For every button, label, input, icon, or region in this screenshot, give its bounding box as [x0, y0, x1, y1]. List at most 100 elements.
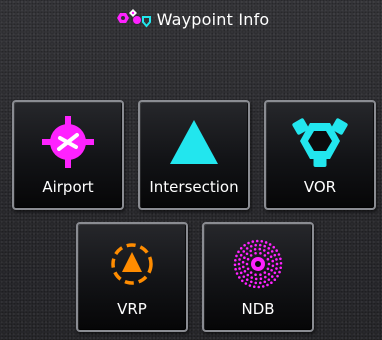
ndb-dot	[241, 265, 245, 269]
ndb-dot	[246, 273, 250, 277]
ndb-dot	[267, 272, 271, 276]
ndb-label: NDB	[241, 300, 275, 318]
ndb-dot	[237, 250, 240, 254]
ndb-dot	[239, 253, 243, 257]
airport-icon	[42, 116, 94, 168]
ndb-dot	[259, 277, 263, 281]
intersection-triangle-icon	[170, 120, 218, 164]
ndb-dot	[266, 267, 270, 271]
ndb-dot	[263, 280, 267, 284]
header: Waypoint Info	[0, 6, 382, 32]
ndb-dot	[254, 251, 257, 255]
ndb-dot	[279, 257, 282, 261]
ndb-dot	[242, 250, 246, 253]
ndb-dot	[235, 254, 238, 258]
ndb-dot	[235, 272, 239, 275]
ndb-dot	[275, 249, 278, 252]
ndb-dot	[268, 243, 272, 246]
ndb-dot	[263, 254, 267, 257]
ndb-icon	[233, 239, 283, 289]
ndb-dot	[249, 244, 253, 248]
ndb-dot	[254, 281, 258, 285]
ndb-dot	[251, 240, 255, 243]
ndb-dot	[267, 262, 271, 266]
ndb-dot	[237, 262, 241, 266]
ndb-dot	[261, 285, 265, 288]
ndb-dot	[241, 260, 245, 264]
ndb-dot	[278, 270, 281, 274]
airport-button[interactable]: Airport	[12, 100, 124, 210]
ndb-dot	[246, 257, 250, 261]
ndb-dot	[267, 247, 271, 250]
vrp-button[interactable]: VRP	[76, 222, 188, 332]
ndb-dot	[279, 261, 283, 265]
ndb-dot	[243, 256, 246, 259]
ndb-dot	[246, 267, 250, 271]
ndb-dot	[245, 262, 249, 266]
ndb-dot	[249, 280, 253, 284]
ndb-dot	[270, 250, 274, 253]
ndb-dot	[275, 267, 278, 270]
ndb-dot	[252, 285, 256, 288]
ndb-dot	[249, 254, 253, 257]
ndb-dot	[239, 271, 243, 275]
vor-button[interactable]: VOR	[264, 100, 376, 210]
ndb-button[interactable]: NDB	[202, 222, 314, 332]
page-title: Waypoint Info	[156, 9, 270, 29]
ndb-dot	[273, 278, 277, 282]
ndb-dot	[254, 277, 258, 281]
ndb-dot	[263, 244, 267, 248]
ndb-dot	[245, 252, 249, 256]
vrp-label: VRP	[117, 300, 147, 318]
intersection-label: Intersection	[149, 178, 239, 196]
ndb-dot	[264, 241, 268, 244]
ndb-dot	[245, 247, 249, 250]
ndb-dot	[247, 241, 250, 245]
airport-label: Airport	[42, 178, 94, 196]
ndb-dot	[253, 247, 257, 251]
ndb-dot	[276, 274, 279, 278]
ndb-dot	[277, 253, 281, 256]
ndb-dot	[273, 271, 277, 275]
ndb-dot	[266, 257, 270, 261]
ndb-dot	[243, 270, 247, 273]
vor-label: VOR	[303, 178, 337, 196]
ndb-dot	[263, 271, 267, 274]
ndb-dot	[259, 281, 262, 285]
ndb-dot	[273, 253, 277, 257]
intersection-button[interactable]: Intersection	[138, 100, 250, 210]
ndb-dot	[243, 244, 246, 247]
ndb-dot	[258, 247, 262, 251]
vor-icon	[292, 118, 348, 167]
ndb-dot	[266, 283, 269, 287]
ndb-dot	[272, 245, 276, 249]
ndb-dot	[266, 251, 270, 255]
ndb-dot	[269, 255, 273, 258]
waypoint-cluster-icon	[116, 9, 151, 28]
ndb-dot	[259, 251, 262, 255]
ndb-dot	[248, 284, 252, 287]
ndb-dot	[234, 258, 237, 262]
ndb-dot	[242, 275, 246, 278]
ndb-dot	[270, 269, 273, 272]
ndb-dot	[270, 275, 274, 278]
ndb-dot	[244, 282, 248, 285]
ndb-dot	[240, 279, 244, 283]
ndb-dot	[239, 246, 243, 250]
ndb-dot	[234, 267, 237, 271]
ndb-dot	[233, 263, 237, 267]
ndb-dot	[270, 281, 273, 284]
ndb-dot	[267, 278, 271, 281]
ndb-dot	[279, 266, 282, 270]
ndb-dot	[271, 259, 275, 263]
ndb-dot	[263, 249, 266, 252]
ndb-dot	[257, 285, 261, 289]
ndb-dot	[249, 249, 252, 253]
ndb-dot	[275, 258, 278, 261]
ndb-dot	[238, 258, 241, 261]
ndb-dot	[249, 271, 253, 274]
ndb-dot	[254, 273, 257, 277]
ndb-dot	[255, 239, 259, 243]
ndb-dot	[259, 273, 262, 277]
ndb-dot	[238, 267, 241, 270]
